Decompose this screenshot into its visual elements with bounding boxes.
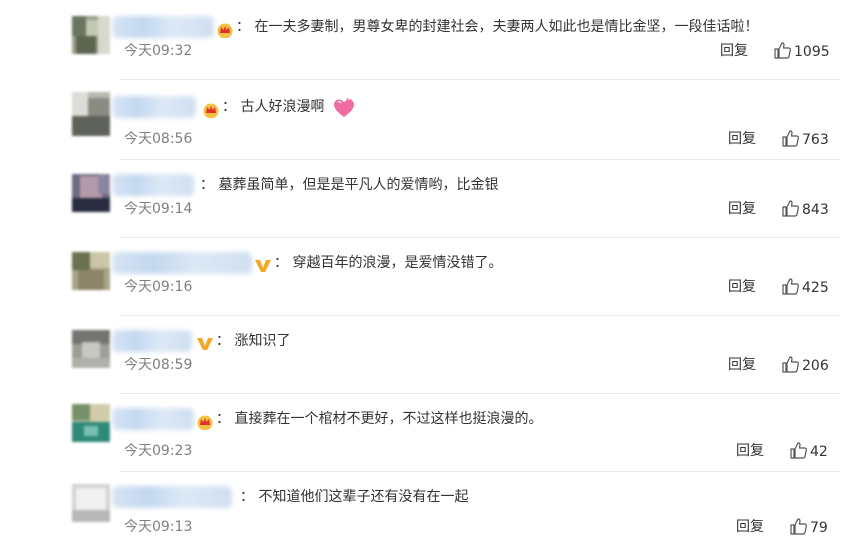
username-blurred[interactable] xyxy=(112,96,196,118)
reply-button[interactable]: 回复 xyxy=(728,128,756,150)
crown-icon[interactable] xyxy=(202,102,220,118)
avatar[interactable] xyxy=(72,16,110,54)
comment-text: ： 直接葬在一个棺材不更好，不过这样也挺浪漫的。 xyxy=(216,411,543,427)
crown-icon[interactable] xyxy=(216,22,234,38)
comment-time: 今天09:13 xyxy=(124,519,193,535)
like-count: 42 xyxy=(810,444,828,460)
username-blurred[interactable] xyxy=(112,174,194,196)
divider xyxy=(120,79,840,80)
thumbs-up-icon xyxy=(790,442,807,459)
thumbs-up-icon xyxy=(790,518,807,535)
comment-item: ： 穿越百年的浪漫，是爱情没错了。 今天09:16 回复 425 xyxy=(0,238,858,316)
comment-time: 今天09:23 xyxy=(124,443,193,459)
comment-time: 今天09:14 xyxy=(124,201,193,217)
username-blurred[interactable] xyxy=(112,408,194,430)
username-blurred[interactable] xyxy=(112,330,192,352)
username-blurred[interactable] xyxy=(112,252,252,274)
avatar[interactable] xyxy=(72,252,110,290)
comment-text: ： 墓葬虽简单，但是是平凡人的爱情哟，比金银 xyxy=(200,177,499,193)
comment-item: ： 不知道他们这辈子还有没有在一起 今天09:13 回复 79 xyxy=(0,472,858,550)
thumbs-up-icon xyxy=(782,278,799,295)
avatar[interactable] xyxy=(72,404,110,442)
reply-button[interactable]: 回复 xyxy=(720,40,748,62)
reply-button[interactable]: 回复 xyxy=(728,276,756,298)
like-count: 763 xyxy=(802,132,829,148)
reply-button[interactable]: 回复 xyxy=(728,198,756,220)
like-count: 79 xyxy=(810,520,828,536)
like-count: 843 xyxy=(802,202,829,218)
comment-time: 今天09:32 xyxy=(124,43,193,59)
comment-time: 今天09:16 xyxy=(124,279,193,295)
comment-text: ： 穿越百年的浪漫，是爱情没错了。 xyxy=(274,255,503,271)
comment-text: ： 古人好浪漫啊 xyxy=(222,99,325,115)
v-icon[interactable] xyxy=(196,336,214,352)
thumbs-up-icon xyxy=(782,356,799,373)
reply-button[interactable]: 回复 xyxy=(736,440,764,462)
comment-time: 今天08:59 xyxy=(124,357,193,373)
like-count: 206 xyxy=(802,358,829,374)
thumbs-up-icon xyxy=(782,130,799,147)
comment-item: ： 在一夫多妻制，男尊女卑的封建社会，夫妻两人如此也是情比金坚，一段佳话啦！ 今… xyxy=(0,2,858,80)
comment-item: ： 墓葬虽简单，但是是平凡人的爱情哟，比金银 今天09:14 回复 843 xyxy=(0,160,858,238)
avatar[interactable] xyxy=(72,174,110,212)
pink-heart-icon xyxy=(334,98,354,117)
username-blurred[interactable] xyxy=(112,486,232,508)
v-icon[interactable] xyxy=(254,258,272,274)
thumbs-up-icon xyxy=(774,42,791,59)
reply-button[interactable]: 回复 xyxy=(736,516,764,538)
reply-button[interactable]: 回复 xyxy=(728,354,756,376)
crown-icon[interactable] xyxy=(196,414,214,430)
comment-text: ： 在一夫多妻制，男尊女卑的封建社会，夫妻两人如此也是情比金坚，一段佳话啦！ xyxy=(236,19,759,35)
comment-item: ： 直接葬在一个棺材不更好，不过这样也挺浪漫的。 今天09:23 回复 42 xyxy=(0,394,858,472)
username-blurred[interactable] xyxy=(112,16,214,38)
comment-text: ： 涨知识了 xyxy=(216,333,291,349)
avatar[interactable] xyxy=(72,92,110,136)
avatar[interactable] xyxy=(72,484,110,522)
comment-item: ： 古人好浪漫啊 今天08:56 回复 763 xyxy=(0,82,858,160)
comment-item: ： 涨知识了 今天08:59 回复 206 xyxy=(0,316,858,394)
avatar[interactable] xyxy=(72,330,110,368)
thumbs-up-icon xyxy=(782,200,799,217)
like-count: 1095 xyxy=(794,44,830,60)
like-count: 425 xyxy=(802,280,829,296)
comment-text: ： 不知道他们这辈子还有没有在一起 xyxy=(240,489,469,505)
comment-time: 今天08:56 xyxy=(124,131,193,147)
